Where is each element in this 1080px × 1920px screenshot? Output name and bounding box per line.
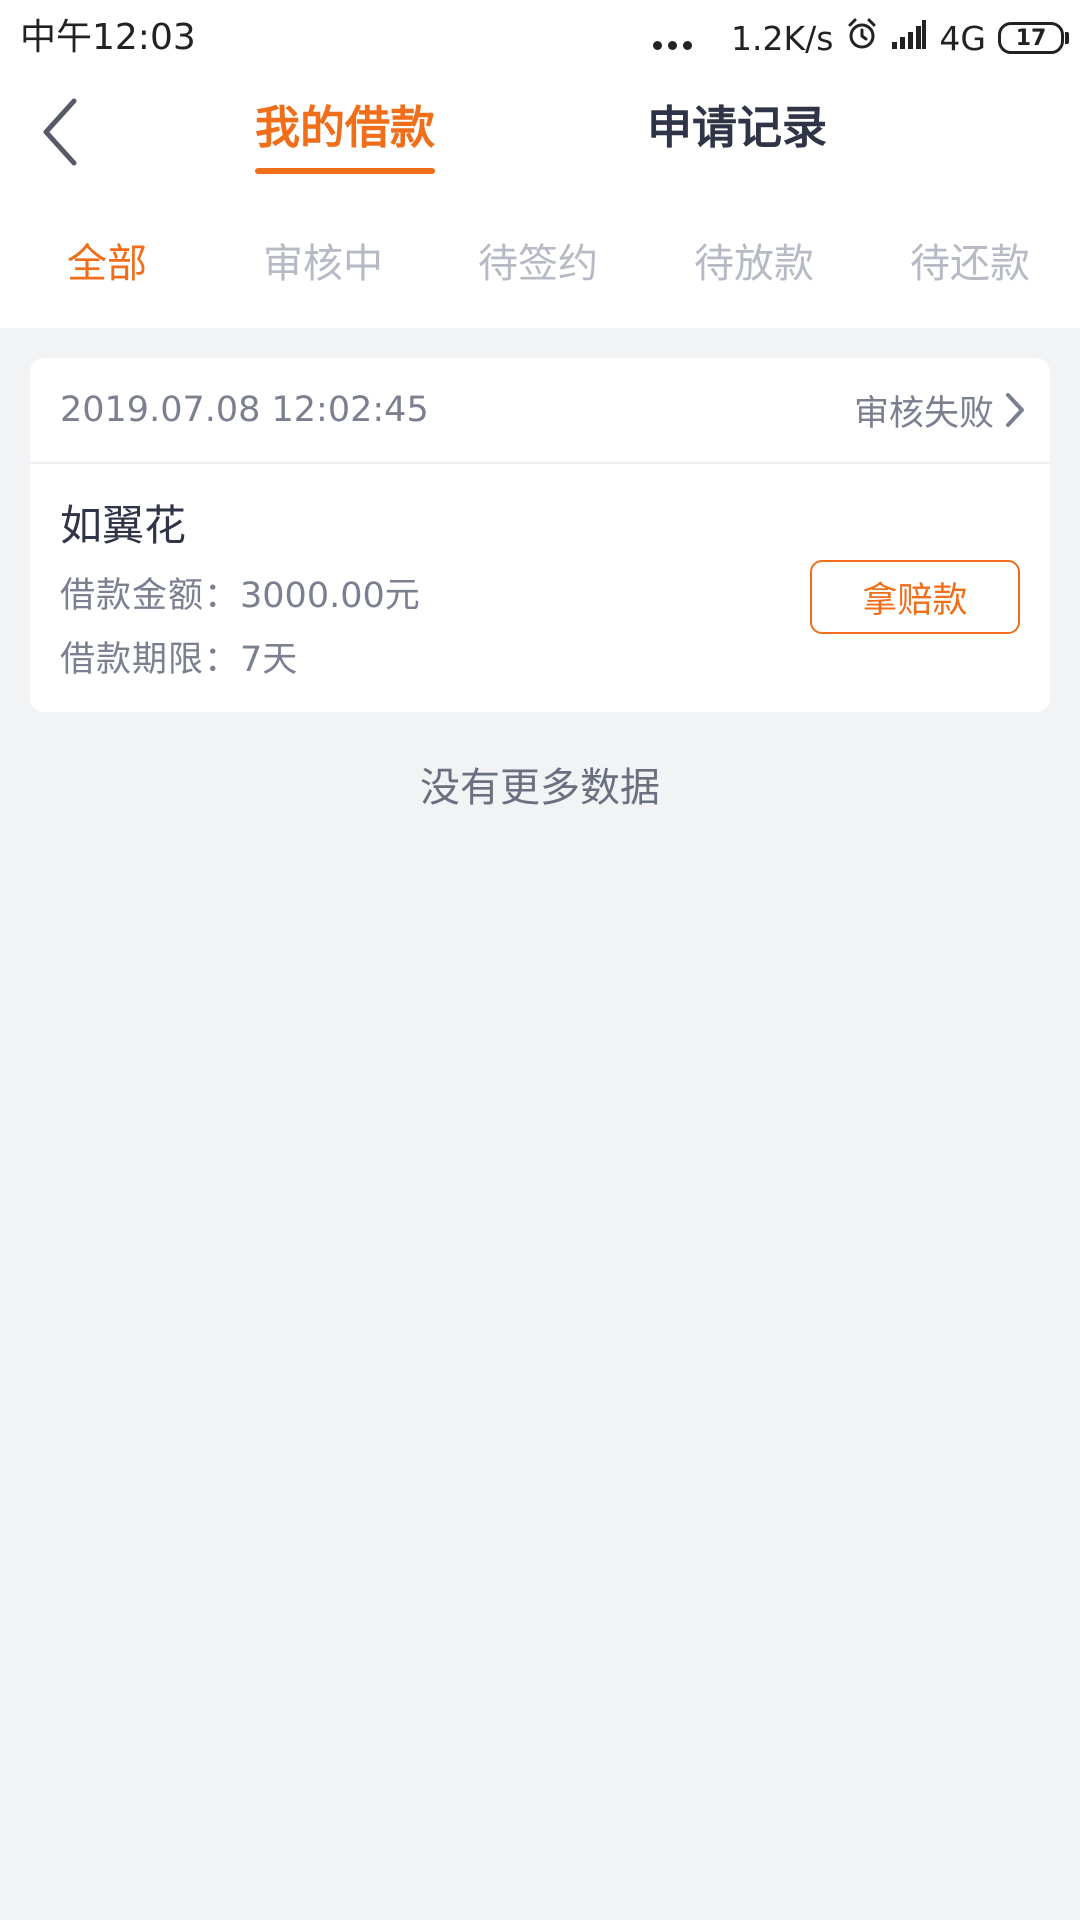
status-filter-bar: 全部 审核中 待签约 待放款 待还款	[0, 200, 1080, 328]
back-button[interactable]	[30, 90, 90, 174]
product-name: 如翼花	[60, 501, 187, 550]
loan-datetime: 2019.07.08 12:02:45	[60, 390, 429, 430]
status-time: 中午12:03	[20, 17, 196, 58]
more-dots-icon	[650, 14, 695, 62]
no-more-data-text: 没有更多数据	[420, 765, 660, 811]
loan-amount-value: 3000.00元	[240, 576, 420, 616]
filter-to-sign[interactable]: 待签约	[478, 236, 598, 292]
filter-to-repay[interactable]: 待还款	[910, 236, 1030, 292]
loan-amount-label: 借款金额：	[60, 576, 241, 616]
network-type: 4G	[939, 18, 986, 58]
loan-term-value: 7天	[240, 640, 298, 680]
status-bar: 中午12:03 1.2K/s 4G 17	[0, 0, 1080, 76]
loan-status-label: 审核失败	[853, 393, 994, 434]
claim-compensation-button[interactable]: 拿赔款	[810, 560, 1020, 634]
filter-under-review[interactable]: 审核中	[263, 236, 383, 292]
net-speed: 1.2K/s	[730, 18, 834, 58]
loan-amount-row: 借款金额：3000.00元	[60, 572, 420, 620]
tab-application-records[interactable]: 申请记录	[647, 98, 827, 158]
battery-icon: 17	[998, 22, 1069, 54]
tab-my-loans-label: 我的借款	[255, 101, 436, 154]
loan-card-header[interactable]: 2019.07.08 12:02:45 审核失败	[30, 358, 1050, 464]
header: 我的借款 申请记录	[0, 76, 1080, 200]
loan-term-row: 借款期限：7天	[60, 636, 297, 684]
tab-application-records-label: 申请记录	[647, 101, 828, 154]
filter-to-disburse[interactable]: 待放款	[694, 236, 814, 292]
battery-level: 17	[1015, 25, 1047, 51]
signal-bars-icon	[891, 19, 927, 58]
chevron-right-icon	[1004, 391, 1026, 429]
status-indicators: 1.2K/s 4G 17	[638, 14, 1069, 62]
loan-card[interactable]: 2019.07.08 12:02:45 审核失败 如翼花 借款金额：3000.0…	[30, 358, 1050, 712]
loan-term-label: 借款期限：	[60, 640, 241, 680]
alarm-clock-icon	[845, 17, 879, 59]
loan-status[interactable]: 审核失败	[854, 386, 1026, 434]
filter-all[interactable]: 全部	[67, 236, 147, 292]
chevron-left-icon	[43, 98, 77, 166]
active-tab-indicator	[255, 168, 436, 174]
tab-my-loans[interactable]: 我的借款	[255, 98, 436, 174]
